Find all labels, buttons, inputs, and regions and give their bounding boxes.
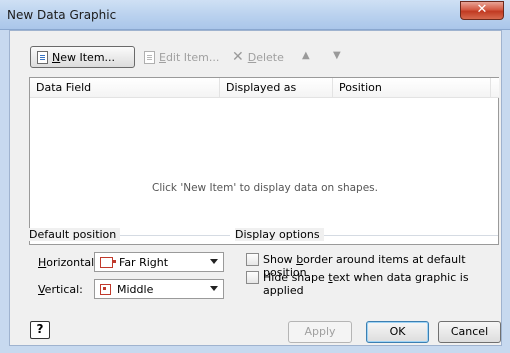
cancel-button[interactable]: Cancel (438, 321, 501, 343)
default-position-heading: Default position (29, 228, 121, 241)
delete-button[interactable]: ✕ Delete (226, 46, 292, 68)
document-icon (37, 50, 48, 64)
far-right-position-icon (100, 256, 116, 268)
edit-item-label: Edit Item... (159, 50, 220, 64)
display-options-heading: Display options (235, 228, 324, 241)
move-down-button[interactable]: ▼ (333, 50, 341, 61)
title-bar: New Data Graphic ✕ (0, 0, 510, 30)
horizontal-position-select[interactable]: Far Right (94, 252, 224, 272)
vertical-position-value: Middle (117, 282, 154, 296)
move-up-button[interactable]: ▲ (302, 50, 310, 61)
column-header-position[interactable]: Position (333, 78, 491, 98)
help-button[interactable]: ? (30, 321, 50, 339)
show-border-checkbox[interactable] (246, 253, 259, 266)
empty-list-message: Click 'New Item' to display data on shap… (151, 182, 378, 194)
middle-position-icon (100, 283, 111, 295)
window-frame-bottom (0, 346, 510, 353)
help-icon: ? (36, 322, 44, 336)
chevron-down-icon (210, 286, 218, 291)
hide-text-checkbox[interactable] (246, 271, 259, 284)
edit-item-button[interactable]: Edit Item... (138, 46, 228, 68)
horizontal-label: Horizontal: (38, 256, 98, 269)
edit-document-icon (144, 50, 155, 64)
horizontal-position-value: Far Right (119, 255, 169, 269)
new-item-button[interactable]: New Item... (30, 46, 135, 68)
data-items-list[interactable]: Data Field Displayed as Position Click '… (29, 77, 499, 245)
column-header-data-field[interactable]: Data Field (30, 78, 220, 98)
delete-label: Delete (247, 50, 284, 64)
apply-button[interactable]: Apply (288, 321, 352, 343)
close-button[interactable]: ✕ (460, 1, 504, 20)
close-icon: ✕ (476, 2, 488, 17)
window-frame-right (502, 30, 510, 353)
new-item-label: New Item... (52, 50, 116, 64)
column-header-displayed-as[interactable]: Displayed as (220, 78, 333, 98)
window-title: New Data Graphic (7, 8, 117, 22)
vertical-label: Vertical: (38, 283, 83, 296)
dialog-body: New Item... Edit Item... ✕ Delete ▲ ▼ Da… (9, 30, 502, 346)
column-header-filler (491, 78, 499, 98)
hide-text-label[interactable]: Hide shape text when data graphic is app… (263, 271, 501, 297)
delete-icon: ✕ (232, 49, 244, 65)
vertical-position-select[interactable]: Middle (94, 279, 224, 299)
ok-button[interactable]: OK (366, 321, 429, 343)
chevron-down-icon (210, 259, 218, 264)
window-frame-left (0, 30, 9, 353)
